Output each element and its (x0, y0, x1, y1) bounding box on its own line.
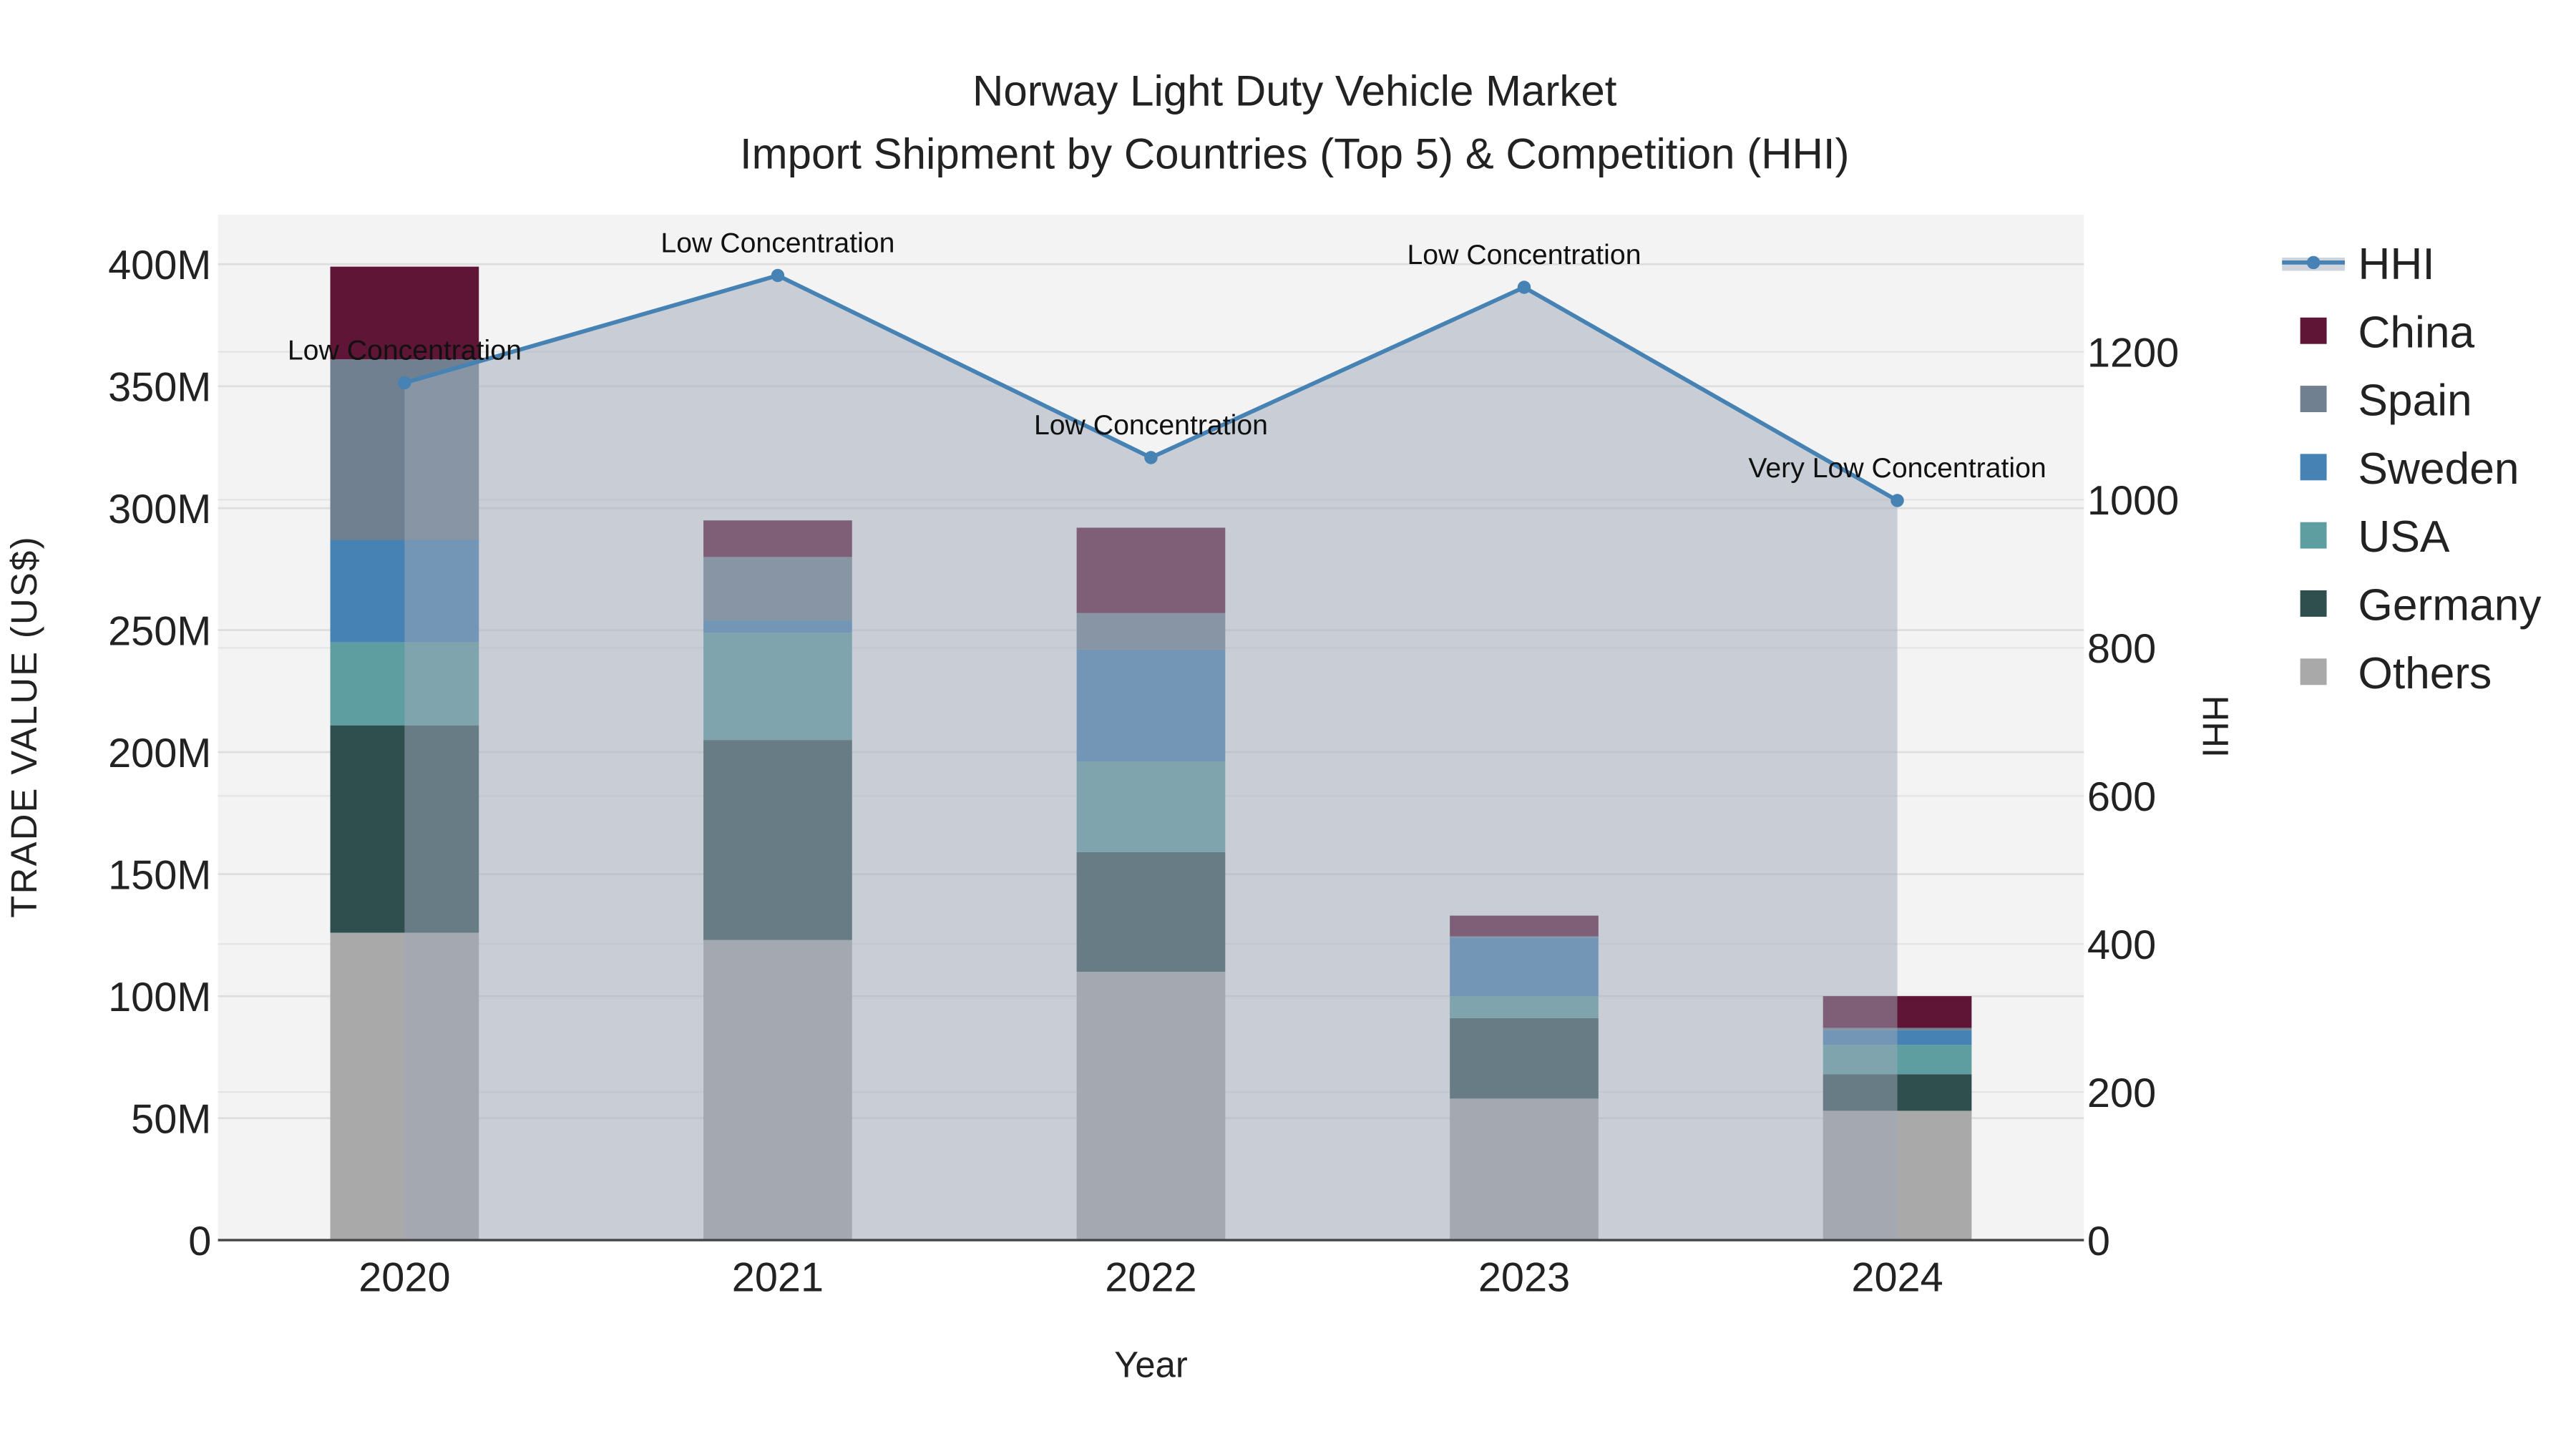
legend-swatch-china (2300, 317, 2327, 344)
y2-tick-label: 200 (2087, 1070, 2156, 1116)
x-tick-label: 2021 (732, 1255, 824, 1301)
legend-label-spain: Spain (2358, 376, 2472, 426)
hhi-annotation-2024: Very Low Concentration (1748, 452, 2046, 484)
hhi-point-2022 (1144, 451, 1158, 464)
x-tick-label: 2022 (1105, 1255, 1196, 1301)
legend-label-hhi: HHI (2358, 240, 2434, 289)
y-tick-label: 150M (108, 852, 211, 898)
hhi-annotation-2022: Low Concentration (1034, 409, 1268, 441)
x-tick-label: 2023 (1478, 1255, 1570, 1301)
legend-label-sweden: Sweden (2358, 444, 2519, 494)
y-tick-label: 0 (188, 1219, 211, 1264)
hhi-annotation-2023: Low Concentration (1407, 239, 1641, 270)
y-tick-label: 100M (108, 975, 211, 1020)
legend-label-germany: Germany (2358, 581, 2542, 630)
y-axis-ticks: 0 50M 100M 150M 200M 250M 300M 350M 400M (108, 243, 211, 1264)
legend-hhi-marker-icon (2306, 255, 2321, 270)
y-tick-label: 300M (108, 487, 211, 532)
hhi-point-2024 (1890, 494, 1904, 507)
legend-swatch-germany (2300, 590, 2327, 617)
x-axis-ticks: 2020 2021 2022 2023 2024 (358, 1255, 1943, 1301)
legend-label-others: Others (2358, 649, 2492, 698)
y2-tick-label: 1000 (2087, 478, 2179, 524)
y-tick-label: 250M (108, 608, 211, 654)
legend: HHI China Spain Sweden USA Germany Others (2282, 240, 2542, 698)
chart: Norway Light Duty Vehicle Market Import … (4, 67, 2542, 1385)
hhi-point-2023 (1517, 280, 1531, 294)
legend-swatch-spain (2300, 386, 2327, 412)
legend-label-usa: USA (2358, 512, 2450, 562)
legend-swatch-others (2300, 658, 2327, 686)
y-tick-label: 200M (108, 731, 211, 776)
x-tick-label: 2024 (1851, 1255, 1943, 1301)
y2-tick-label: 400 (2087, 922, 2156, 968)
y-tick-label: 350M (108, 364, 211, 410)
legend-swatch-sweden (2300, 454, 2327, 481)
hhi-point-2020 (398, 376, 411, 390)
legend-swatch-usa (2300, 522, 2327, 549)
hhi-point-2021 (771, 268, 785, 283)
y2-tick-label: 0 (2087, 1219, 2110, 1264)
y2-tick-label: 1200 (2087, 330, 2179, 376)
y2-axis-label: HHI (2195, 696, 2235, 758)
y2-tick-label: 800 (2087, 626, 2156, 672)
y2-axis-ticks: 0 200 400 600 800 1000 1200 (2087, 330, 2179, 1264)
hhi-annotation-2021: Low Concentration (660, 228, 894, 259)
y-tick-label: 400M (108, 243, 211, 288)
y-tick-label: 50M (131, 1096, 211, 1142)
y2-tick-label: 600 (2087, 774, 2156, 820)
y-axis-label: TRADE VALUE (US$) (4, 535, 44, 918)
chart-title: Norway Light Duty Vehicle Market (972, 67, 1617, 115)
hhi-annotation-2020: Low Concentration (288, 335, 522, 366)
chart-subtitle: Import Shipment by Countries (Top 5) & C… (740, 130, 1850, 177)
legend-label-china: China (2358, 308, 2474, 357)
x-axis-label: Year (1114, 1345, 1188, 1385)
x-tick-label: 2020 (358, 1255, 450, 1301)
